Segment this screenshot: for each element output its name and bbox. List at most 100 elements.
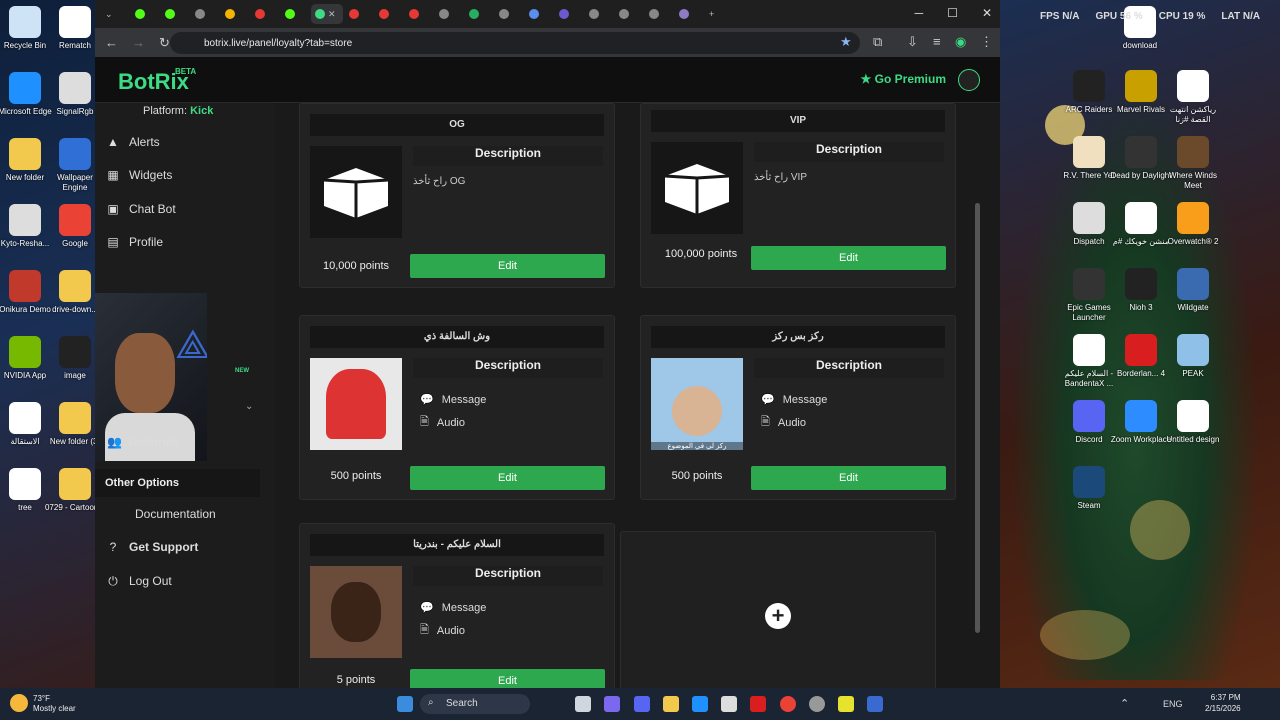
reward-description: راح ثأخذ VIP: [754, 172, 808, 183]
gpu-value: 56 %: [1119, 11, 1143, 22]
audio-file-icon: 🗎: [761, 416, 770, 428]
chevron-down-icon[interactable]: ⌄: [245, 401, 253, 412]
browser-tab-active[interactable]: ✕: [311, 4, 343, 24]
shortcut-icon: [59, 6, 91, 38]
file-explorer-icon[interactable]: [663, 696, 679, 712]
shortcut-icon: [9, 468, 41, 500]
desktop-shortcut[interactable]: Where Winds Meet: [1162, 136, 1224, 191]
discord-icon[interactable]: [634, 696, 650, 712]
browser-tab[interactable]: [645, 4, 673, 24]
new-tab-button[interactable]: +: [705, 4, 725, 24]
sidebar-item-label: Log Out: [129, 574, 172, 588]
webcam-person: [115, 333, 175, 413]
user-avatar[interactable]: [958, 69, 980, 91]
start-icon[interactable]: [397, 696, 413, 712]
shortcut-icon: [1177, 202, 1209, 234]
desktop-shortcut[interactable]: PEAK: [1162, 334, 1224, 379]
download-icon[interactable]: ⇩: [907, 34, 918, 50]
sidebar-item-label: Get Support: [129, 540, 199, 554]
audio-file-icon: 🗎: [420, 624, 429, 636]
sidebar-item-documentation[interactable]: Documentation: [113, 507, 216, 521]
option-label: Audio: [436, 624, 465, 637]
browser-tab[interactable]: [435, 4, 463, 24]
edit-button[interactable]: Edit: [751, 466, 946, 490]
shortcut-icon: [59, 138, 91, 170]
chevron-up-icon[interactable]: ⌃: [1120, 697, 1129, 710]
clock[interactable]: 6:37 PM 2/15/2026: [1205, 692, 1241, 714]
shortcut-icon: [1125, 70, 1157, 102]
shortcut-icon: [1125, 202, 1157, 234]
browser-tab[interactable]: [405, 4, 433, 24]
more-icon[interactable]: ⋮: [980, 34, 993, 50]
browser-tab[interactable]: [281, 4, 309, 24]
edit-button[interactable]: Edit: [410, 254, 605, 278]
plus-icon[interactable]: +: [765, 603, 791, 629]
browser-tab[interactable]: [465, 4, 493, 24]
browser-tab[interactable]: [375, 4, 403, 24]
weather-widget[interactable]: 73°F Mostly clear: [33, 694, 76, 714]
edge-icon[interactable]: [692, 696, 708, 712]
edit-button[interactable]: Edit: [410, 466, 605, 490]
browser-tab[interactable]: [251, 4, 279, 24]
scrollbar[interactable]: [975, 203, 980, 633]
edit-button[interactable]: Edit: [751, 246, 946, 270]
menu-icon[interactable]: ≡: [933, 34, 941, 49]
shortcut-label: PEAK: [1182, 369, 1204, 378]
box-icon: [310, 146, 402, 238]
opera-icon[interactable]: [750, 696, 766, 712]
reward-title: OG: [310, 114, 604, 136]
bookmark-star-icon[interactable]: ★: [840, 34, 852, 50]
browser-tab[interactable]: [131, 4, 159, 24]
app-icon[interactable]: [867, 696, 883, 712]
close-icon[interactable]: ✕: [982, 6, 992, 20]
sidebar-item-support[interactable]: ? Get Support: [107, 540, 199, 554]
forward-icon[interactable]: →: [132, 35, 145, 50]
tab-search-icon[interactable]: ⌄: [101, 4, 129, 24]
desktop-shortcut[interactable]: رياكشن انتهت القصة #زنا: [1162, 70, 1224, 125]
add-reward-card[interactable]: +: [620, 531, 936, 688]
reload-icon[interactable]: ↻: [159, 35, 170, 51]
chrome-icon[interactable]: [780, 696, 796, 712]
sidebar-item-chatbot[interactable]: ▣ Chat Bot: [107, 202, 175, 216]
copilot-icon[interactable]: [604, 696, 620, 712]
browser-tab[interactable]: [161, 4, 189, 24]
reward-card: OG Description راح ثأخذ OG 10,000 points…: [299, 103, 615, 288]
browser-tab[interactable]: [221, 4, 249, 24]
sidebar-item-logout[interactable]: ⏻ Log Out: [107, 574, 172, 588]
lat-label: LAT: [1221, 11, 1241, 22]
app-icon[interactable]: [838, 696, 854, 712]
taskbar-search[interactable]: Search: [420, 694, 530, 714]
browser-tab[interactable]: [495, 4, 523, 24]
maximize-icon[interactable]: ☐: [947, 6, 958, 20]
browser-tab[interactable]: [585, 4, 613, 24]
sidebar-item-widgets[interactable]: ▦ Widgets: [107, 168, 172, 182]
reward-image: [310, 566, 402, 658]
desktop-shortcut[interactable]: Overwatch® 2: [1162, 202, 1224, 247]
minimize-icon[interactable]: ─: [915, 6, 924, 20]
weather-icon[interactable]: [10, 694, 28, 712]
language-indicator[interactable]: ENG: [1163, 699, 1183, 709]
edit-button[interactable]: Edit: [410, 669, 605, 688]
url-text[interactable]: botrix.live/panel/loyalty?tab=store: [204, 38, 352, 49]
extensions-icon[interactable]: ⧉: [873, 34, 882, 50]
desktop-shortcut[interactable]: Wildgate: [1162, 268, 1224, 313]
browser-tab[interactable]: [191, 4, 219, 24]
cartoon-character: [326, 369, 386, 439]
desktop-shortcut[interactable]: Untitled design: [1162, 400, 1224, 445]
browser-tab[interactable]: [525, 4, 553, 24]
go-premium-button[interactable]: ★ Go Premium: [861, 72, 946, 86]
browser-tab[interactable]: [675, 4, 703, 24]
sidebar-item-alerts[interactable]: ▲ Alerts: [107, 135, 160, 149]
task-view-icon[interactable]: [575, 696, 591, 712]
browser-tab[interactable]: [345, 4, 373, 24]
settings-icon[interactable]: [809, 696, 825, 712]
back-icon[interactable]: ←: [105, 35, 118, 50]
browser-tab[interactable]: [555, 4, 583, 24]
store-icon[interactable]: [721, 696, 737, 712]
profile-icon[interactable]: ◉: [955, 34, 966, 50]
sidebar-item-referrals[interactable]: 👥 Referrals: [107, 435, 178, 449]
reward-title: السلام عليكم - بندريتا: [310, 534, 604, 556]
browser-tab[interactable]: [615, 4, 643, 24]
sidebar-item-profile[interactable]: ▤ Profile: [107, 235, 163, 249]
desktop-shortcut[interactable]: Steam: [1058, 466, 1120, 511]
